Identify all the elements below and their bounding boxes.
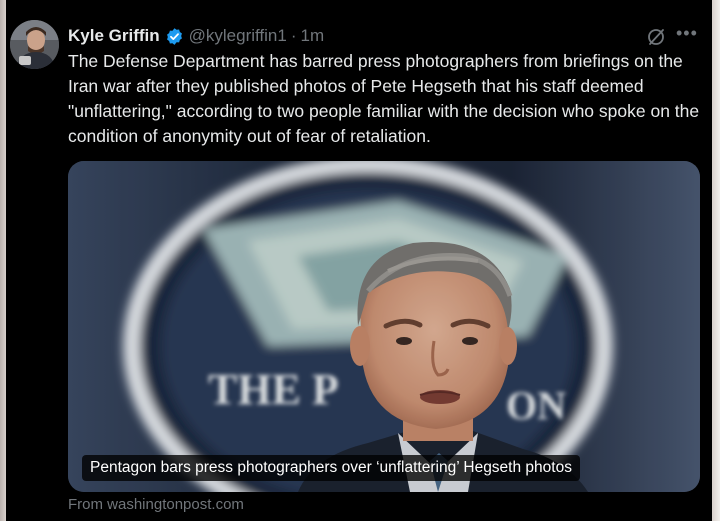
tweet-header: Kyle Griffin @kylegriffin1 · 1m bbox=[68, 24, 324, 48]
avatar[interactable] bbox=[10, 20, 59, 69]
separator-dot: · bbox=[290, 26, 297, 45]
grok-icon[interactable] bbox=[646, 27, 666, 47]
link-card-image: THE P ON bbox=[68, 161, 700, 492]
link-card[interactable]: THE P ON bbox=[68, 161, 700, 492]
tweet-text: The Defense Department has barred press … bbox=[68, 51, 700, 146]
verified-badge-icon bbox=[165, 27, 184, 46]
tweet-timestamp[interactable]: 1m bbox=[301, 26, 325, 46]
author-name[interactable]: Kyle Griffin bbox=[68, 26, 160, 46]
screenshot-frame: Kyle Griffin @kylegriffin1 · 1m ••• The … bbox=[0, 0, 720, 521]
link-source[interactable]: From washingtonpost.com bbox=[68, 496, 244, 513]
author-handle[interactable]: @kylegriffin1 bbox=[189, 26, 287, 46]
more-options-icon[interactable]: ••• bbox=[676, 23, 698, 44]
link-card-headline[interactable]: Pentagon bars press photographers over ‘… bbox=[82, 455, 580, 481]
tweet[interactable]: Kyle Griffin @kylegriffin1 · 1m ••• The … bbox=[6, 6, 712, 515]
